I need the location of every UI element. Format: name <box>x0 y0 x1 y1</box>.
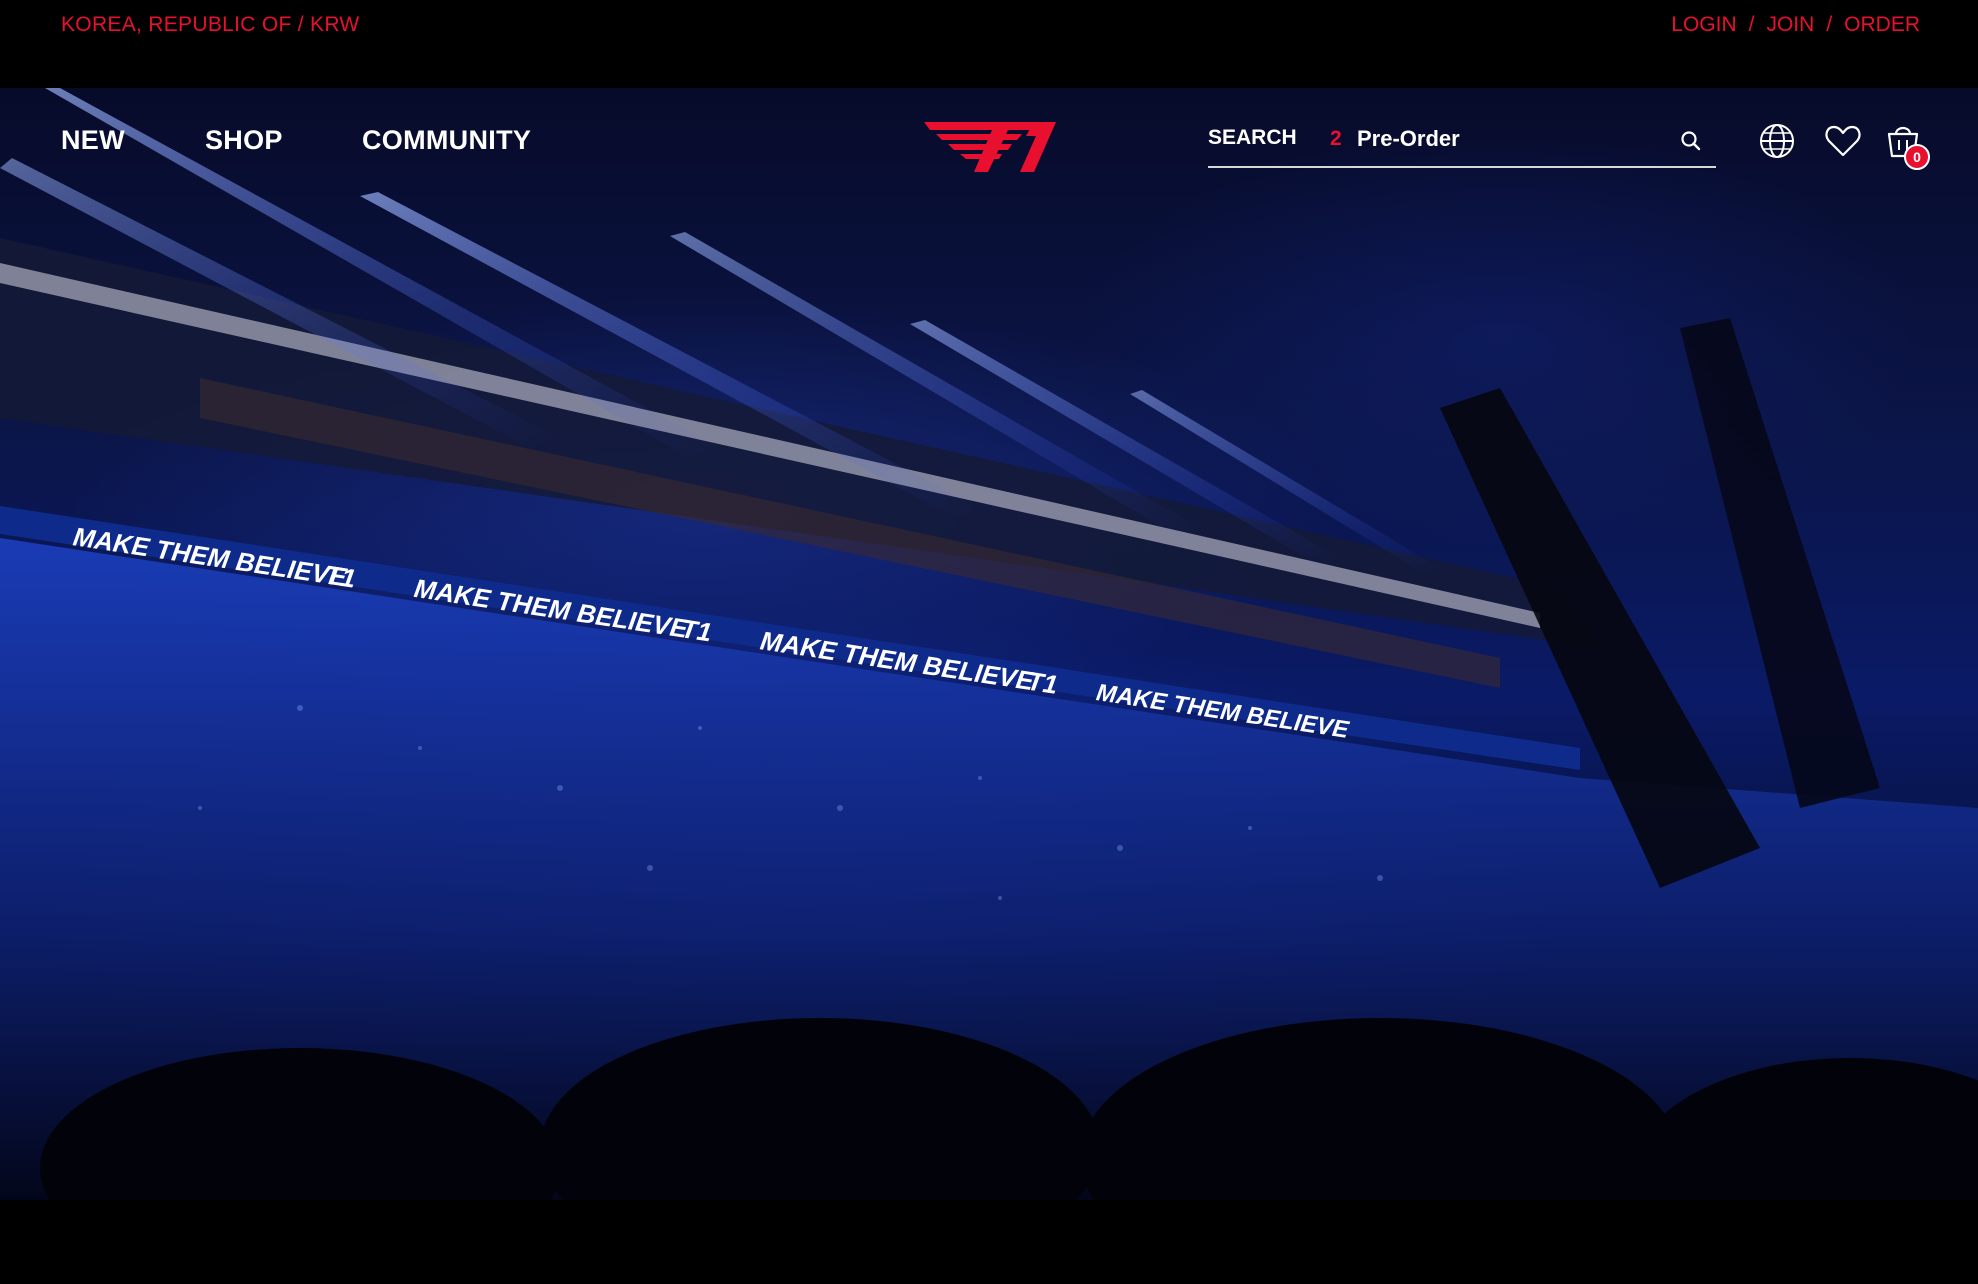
hero-video: MAKE THEM BELIEVE T1 MAKE THEM BELIEVE T… <box>0 88 1978 1200</box>
order-link[interactable]: ORDER <box>1844 13 1920 37</box>
cart-count-badge: 0 <box>1904 144 1930 170</box>
top-utility-bar: KOREA, REPUBLIC OF / KRW LOGIN / JOIN / … <box>0 0 1978 88</box>
globe-icon <box>1760 124 1794 158</box>
nav-new[interactable]: NEW <box>61 125 125 156</box>
separator: / <box>1748 13 1755 36</box>
arena-scene-graphic: MAKE THEM BELIEVE T1 MAKE THEM BELIEVE T… <box>0 88 1978 1200</box>
main-nav: NEW SHOP COMMUNITY SEARCH 2 Pre-Order 0 <box>0 88 1978 198</box>
separator: / <box>1826 13 1833 36</box>
search-bar[interactable]: SEARCH 2 Pre-Order <box>1208 114 1716 168</box>
heart-icon <box>1825 125 1861 157</box>
join-link[interactable]: JOIN <box>1766 13 1814 37</box>
t1-logo-icon <box>924 122 1056 172</box>
search-icon[interactable] <box>1678 128 1704 154</box>
nav-community[interactable]: COMMUNITY <box>362 125 531 156</box>
globe-icon[interactable] <box>1758 122 1796 160</box>
account-links: LOGIN / JOIN / ORDER <box>1671 13 1920 37</box>
search-label: SEARCH <box>1208 126 1297 149</box>
region-currency-selector[interactable]: KOREA, REPUBLIC OF / KRW <box>61 13 360 37</box>
heart-icon[interactable] <box>1824 122 1862 160</box>
video-letterbox-bottom <box>0 1200 1978 1284</box>
trending-rank: 2 <box>1330 127 1342 150</box>
t1-logo[interactable] <box>922 118 1058 174</box>
login-link[interactable]: LOGIN <box>1671 13 1736 37</box>
trending-keyword[interactable]: Pre-Order <box>1357 126 1460 152</box>
nav-shop[interactable]: SHOP <box>205 125 283 156</box>
search-icon <box>1681 131 1701 151</box>
